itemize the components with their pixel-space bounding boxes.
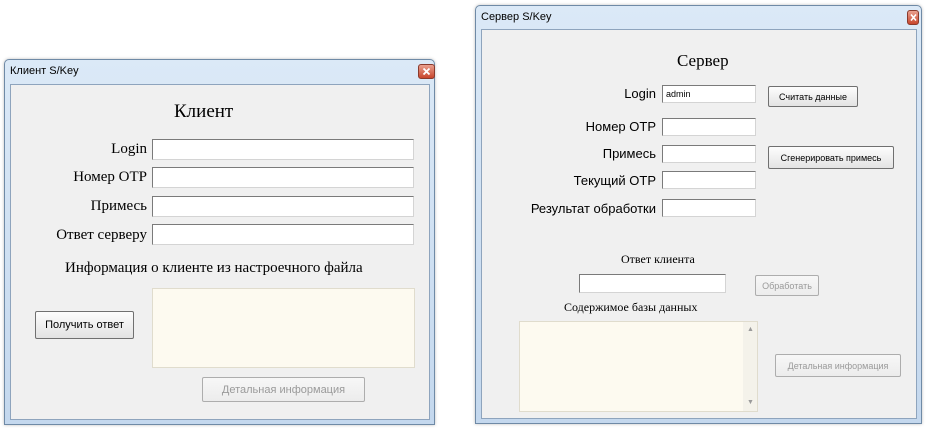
server-details-button[interactable]: Детальная информация — [775, 354, 901, 377]
client-close-button[interactable] — [418, 64, 435, 79]
client-window-title: Клиент S/Key — [10, 65, 79, 77]
db-contents-heading: Содержимое базы данных — [564, 300, 698, 314]
server-titlebar[interactable]: Сервер S/Key — [476, 6, 921, 30]
server-salt-input[interactable] — [662, 145, 756, 163]
client-login-input[interactable] — [152, 139, 414, 160]
client-answer-label: Ответ серверу — [56, 227, 147, 243]
server-result-input[interactable] — [662, 199, 756, 217]
scroll-down-icon[interactable]: ▼ — [747, 399, 754, 407]
client-heading: Клиент — [174, 101, 234, 122]
client-answer-field[interactable] — [579, 274, 726, 293]
client-titlebar[interactable]: Клиент S/Key — [5, 60, 435, 84]
client-answer-input[interactable] — [152, 224, 414, 245]
process-button[interactable]: Обработать — [755, 275, 819, 296]
server-login-input[interactable] — [662, 85, 756, 103]
client-login-label: Login — [111, 141, 147, 157]
client-otp-label: Номер OTP — [73, 169, 147, 185]
server-form: Сервер Login Считать данные Номер OTP Пр… — [481, 29, 917, 419]
client-otp-input[interactable] — [152, 167, 414, 188]
close-icon — [422, 67, 431, 76]
client-salt-input[interactable] — [152, 196, 414, 217]
server-salt-label: Примесь — [602, 146, 656, 161]
client-info-memo[interactable] — [152, 288, 415, 368]
server-window: Сервер S/Key Сервер Login Считать данные… — [475, 5, 922, 424]
client-form: Клиент Login Номер OTP Примесь Ответ сер… — [10, 84, 430, 420]
close-icon — [910, 13, 917, 22]
server-window-title: Сервер S/Key — [481, 11, 552, 23]
scroll-up-icon[interactable]: ▲ — [747, 326, 754, 334]
client-details-button[interactable]: Детальная информация — [202, 377, 365, 402]
server-login-label: Login — [624, 86, 656, 101]
db-contents-memo[interactable]: ▲ ▼ — [519, 321, 758, 412]
client-info-heading: Информация о клиенте из настроечного фай… — [65, 260, 363, 276]
get-answer-button[interactable]: Получить ответ — [35, 311, 134, 339]
client-window: Клиент S/Key Клиент Login Номер OTP Прим… — [4, 59, 435, 425]
server-heading: Сервер — [677, 51, 729, 70]
server-current-otp-input[interactable] — [662, 171, 756, 189]
server-otp-input[interactable] — [662, 118, 756, 136]
client-answer-heading: Ответ клиента — [621, 252, 695, 266]
db-contents-scrollbar[interactable]: ▲ ▼ — [743, 322, 757, 411]
generate-salt-button[interactable]: Сгенерировать примесь — [768, 146, 894, 169]
server-close-button[interactable] — [907, 10, 919, 25]
server-otp-label: Номер OTP — [585, 119, 656, 134]
server-result-label: Результат обработки — [530, 201, 656, 216]
client-salt-label: Примесь — [90, 198, 147, 214]
server-current-otp-label: Текущий OTP — [573, 173, 656, 188]
read-data-button[interactable]: Считать данные — [768, 86, 858, 107]
